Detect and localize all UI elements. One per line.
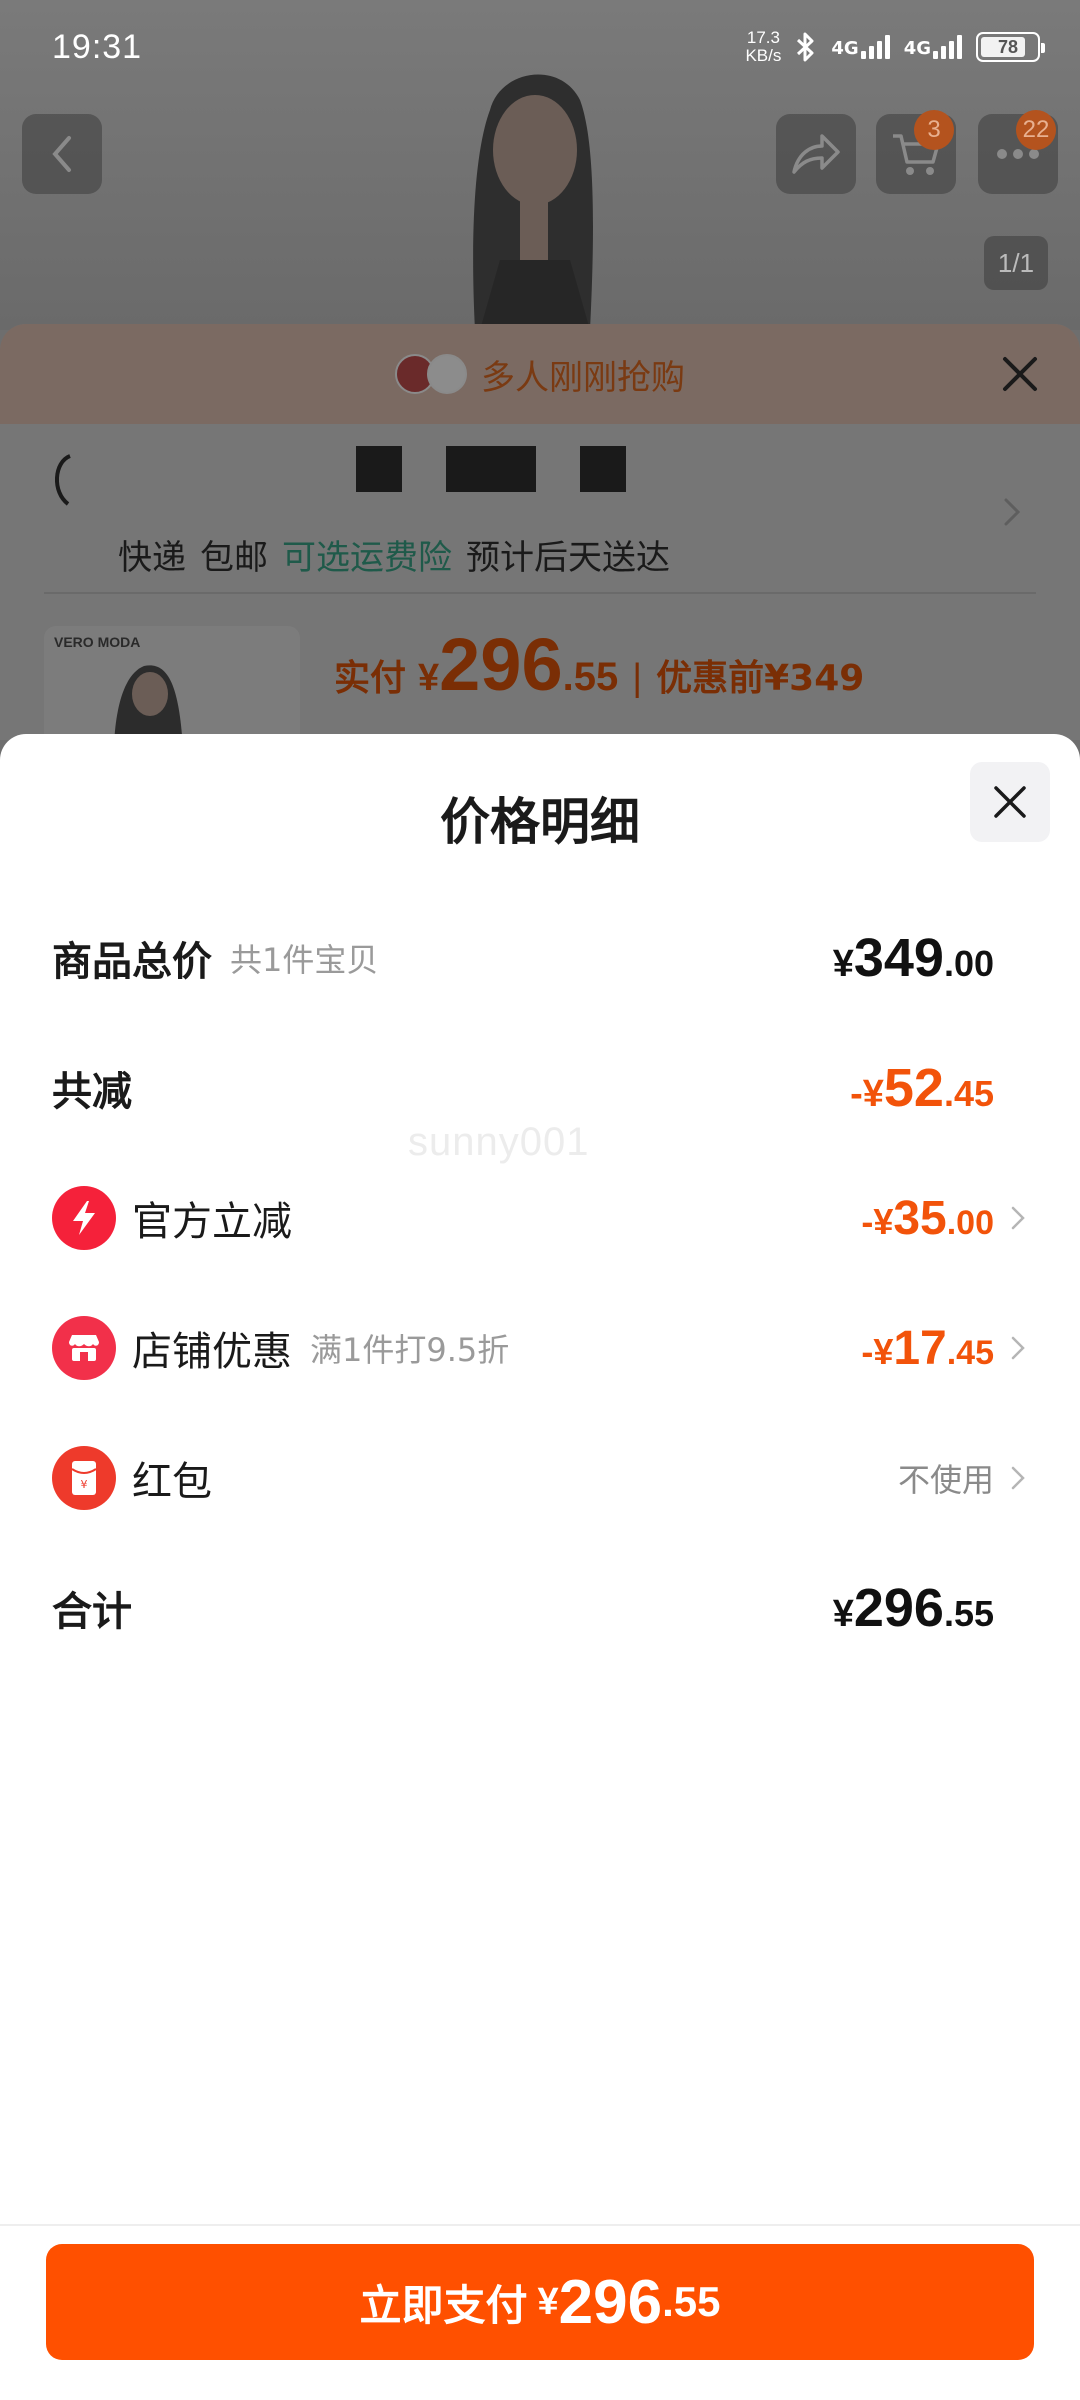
row-red-packet[interactable]: ¥ 红包 不使用 [52,1438,1028,1518]
row-grand-total: 合计 ¥296.55 [52,1568,1028,1648]
price-detail-sheet: 价格明细 sunny001 商品总价 共1件宝贝 ¥349.00 共减 -¥ 52… [0,734,1080,2400]
price-summary: 实付 ¥ 296 .55 | 优惠前¥349 [334,623,865,706]
row-goods-total: 商品总价 共1件宝贝 ¥349.00 [52,918,1028,998]
chevron-right-icon [1004,498,1021,526]
status-time: 19:31 [52,27,143,66]
message-badge: 22 [1016,110,1056,150]
shipping-insurance-link[interactable]: 可选运费险 [282,530,452,579]
official-discount-amount: -¥ 35.00 [861,1191,994,1245]
store-icon [52,1316,116,1380]
product-thumbnail: VERO MODA [44,626,300,740]
row-official-discount[interactable]: 官方立减 -¥ 35.00 [52,1178,1028,1258]
product-page-background: 19:31 17.3 KB/s 4G 4G 78 3 22 1/1 多人刚刚抢购… [0,0,1080,740]
row-label: 红包 [132,1459,212,1505]
signal-sim2: 4G [904,35,962,59]
network-speed: 17.3 KB/s [745,28,782,65]
chevron-right-icon [1011,1466,1025,1490]
battery-icon: 78 [976,32,1045,62]
goods-total-amount: ¥349.00 [832,928,994,988]
row-label: 共减 [52,1069,132,1115]
sheet-title: 价格明细 [440,793,640,851]
row-sublabel: 共1件宝贝 [230,941,379,979]
message-button[interactable]: 22 [978,110,1058,194]
total-discount-amount: -¥ 52.45 [850,1058,994,1118]
bluetooth-icon [797,32,814,62]
signal-bars-icon [933,35,962,59]
row-label: 商品总价 [52,939,212,985]
lightning-icon [52,1186,116,1250]
row-store-discount[interactable]: 店铺优惠 满1件打9.5折 -¥ 17.45 [52,1308,1028,1388]
redacted-address [446,446,536,492]
row-sublabel: 满1件打9.5折 [310,1331,510,1369]
cart-button[interactable]: 3 [876,110,956,194]
footer-divider [0,2224,1080,2226]
status-bar: 19:31 17.3 KB/s 4G 4G 78 [0,0,1080,94]
back-button[interactable] [22,114,102,194]
address-pin-icon [54,454,71,506]
chevron-left-icon [52,136,71,172]
shipping-info: 快递 包邮 可选运费险 预计后天送达 [118,530,670,579]
redacted-address [580,446,626,492]
share-icon [792,134,840,174]
buyer-avatars [395,354,467,394]
svg-text:¥: ¥ [81,1478,88,1491]
divider [44,592,1036,594]
chevron-right-icon [1011,1336,1025,1360]
status-icons: 17.3 KB/s 4G 4G 78 [745,28,1045,65]
grand-total-amount: ¥296.55 [832,1578,994,1638]
signal-sim1: 4G [831,35,890,59]
redacted-address [356,446,402,492]
store-discount-amount: -¥ 17.45 [861,1321,994,1375]
red-packet-status: 不使用 [897,1461,994,1499]
signal-bars-icon [860,35,890,59]
row-label: 店铺优惠 [132,1329,292,1375]
row-label: 官方立减 [132,1199,292,1245]
cart-badge: 3 [914,110,954,150]
promo-text: 多人刚刚抢购 [481,357,685,398]
image-indicator: 1/1 [984,236,1048,290]
row-total-discount: 共减 -¥ 52.45 [52,1048,1028,1128]
chevron-right-icon [1011,1206,1025,1230]
row-label: 合计 [52,1589,132,1635]
red-packet-icon: ¥ [52,1446,116,1510]
share-button[interactable] [776,114,856,194]
pay-now-button[interactable]: 立即支付 ¥ 296 .55 [46,2244,1034,2360]
close-icon [994,786,1026,818]
promo-bar: 多人刚刚抢购 [0,324,1080,424]
close-button[interactable] [970,762,1050,842]
thumbnail-model-image [114,665,183,740]
close-icon[interactable] [1000,354,1040,394]
